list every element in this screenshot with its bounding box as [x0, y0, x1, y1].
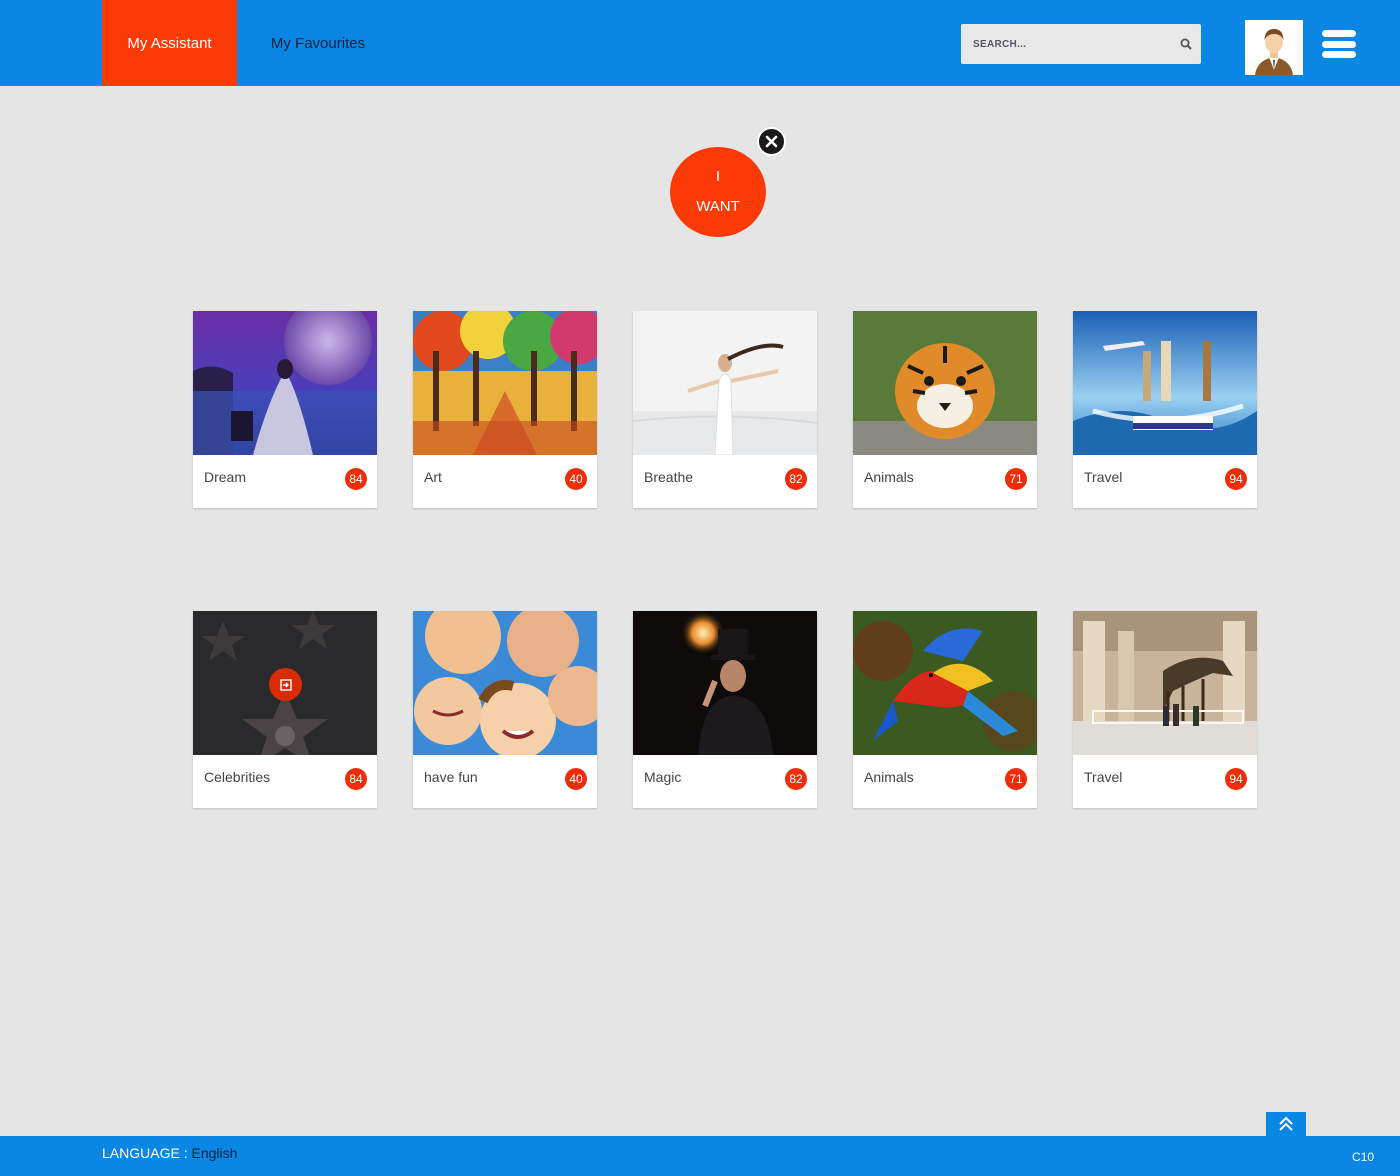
i-want-button[interactable]: I WANT [670, 147, 766, 237]
category-card-art[interactable]: Art 40 [413, 311, 597, 508]
count-badge: 94 [1225, 468, 1247, 490]
card-label: Animals [864, 469, 914, 485]
open-action-button[interactable] [269, 668, 302, 701]
breathe-thumbnail [633, 311, 817, 455]
search-input[interactable] [961, 24, 1171, 64]
card-label: Breathe [644, 469, 694, 485]
language-label: LANGUAGE : [102, 1145, 188, 1161]
card-label: Celebrities [204, 769, 271, 785]
card-label: Animals [864, 769, 914, 785]
celebrities-thumbnail [193, 611, 377, 755]
count-badge: 82 [785, 468, 807, 490]
category-card-animals-2[interactable]: Animals 71 [853, 611, 1037, 808]
count-badge: 40 [565, 468, 587, 490]
user-avatar[interactable] [1245, 20, 1303, 75]
footer-bar: LANGUAGE : English C10 [0, 1136, 1400, 1176]
language-selector[interactable]: LANGUAGE : English [102, 1145, 237, 1161]
menu-bar [1322, 30, 1356, 37]
travel-thumbnail [1073, 311, 1257, 455]
count-badge: 71 [1005, 768, 1027, 790]
category-card-travel[interactable]: Travel 94 [1073, 311, 1257, 508]
have-fun-thumbnail [413, 611, 597, 755]
tab-my-assistant-label: My Assistant [127, 34, 212, 52]
i-want-line-2: WANT [696, 198, 740, 215]
category-card-magic[interactable]: Magic 82 [633, 611, 817, 808]
museum-thumbnail [1073, 611, 1257, 755]
category-card-dream[interactable]: Dream 84 [193, 311, 377, 508]
category-card-breathe[interactable]: Breathe 82 [633, 311, 817, 508]
card-label: Magic [644, 769, 682, 785]
card-label: Dream [204, 469, 247, 485]
language-value: English [191, 1145, 238, 1161]
menu-bar [1322, 51, 1356, 58]
search-box [961, 24, 1201, 64]
card-label: Travel [1084, 469, 1123, 485]
i-want-line-1: I [715, 168, 721, 185]
art-thumbnail [413, 311, 597, 455]
count-badge: 82 [785, 768, 807, 790]
close-icon[interactable] [757, 127, 786, 156]
category-card-animals[interactable]: Animals 71 [853, 311, 1037, 508]
tab-my-favourites-label: My Favourites [270, 34, 366, 52]
screen-code: C10 [1352, 1150, 1375, 1164]
search-icon[interactable] [1171, 24, 1201, 64]
card-label: have fun [424, 769, 478, 785]
category-card-have-fun[interactable]: have fun 40 [413, 611, 597, 808]
hamburger-menu-icon[interactable] [1322, 30, 1356, 58]
user-avatar-icon [1245, 20, 1303, 75]
dream-thumbnail [193, 311, 377, 455]
card-label: Travel [1084, 769, 1123, 785]
card-label: Art [424, 469, 442, 485]
count-badge: 40 [565, 768, 587, 790]
count-badge: 94 [1225, 768, 1247, 790]
menu-bar [1322, 40, 1356, 48]
double-chevron-up-icon[interactable] [1266, 1112, 1306, 1136]
category-card-celebrities[interactable]: Celebrities 84 [193, 611, 377, 808]
tab-my-assistant[interactable]: My Assistant [102, 0, 237, 86]
count-badge: 71 [1005, 468, 1027, 490]
count-badge: 84 [345, 468, 367, 490]
top-navigation-bar: My Assistant My Favourites [0, 0, 1400, 86]
magic-thumbnail [633, 611, 817, 755]
category-card-travel-2[interactable]: Travel 94 [1073, 611, 1257, 808]
tiger-thumbnail [853, 311, 1037, 455]
tab-my-favourites[interactable]: My Favourites [256, 0, 380, 86]
parrot-thumbnail [853, 611, 1037, 755]
enter-icon [279, 678, 292, 691]
count-badge: 84 [345, 768, 367, 790]
